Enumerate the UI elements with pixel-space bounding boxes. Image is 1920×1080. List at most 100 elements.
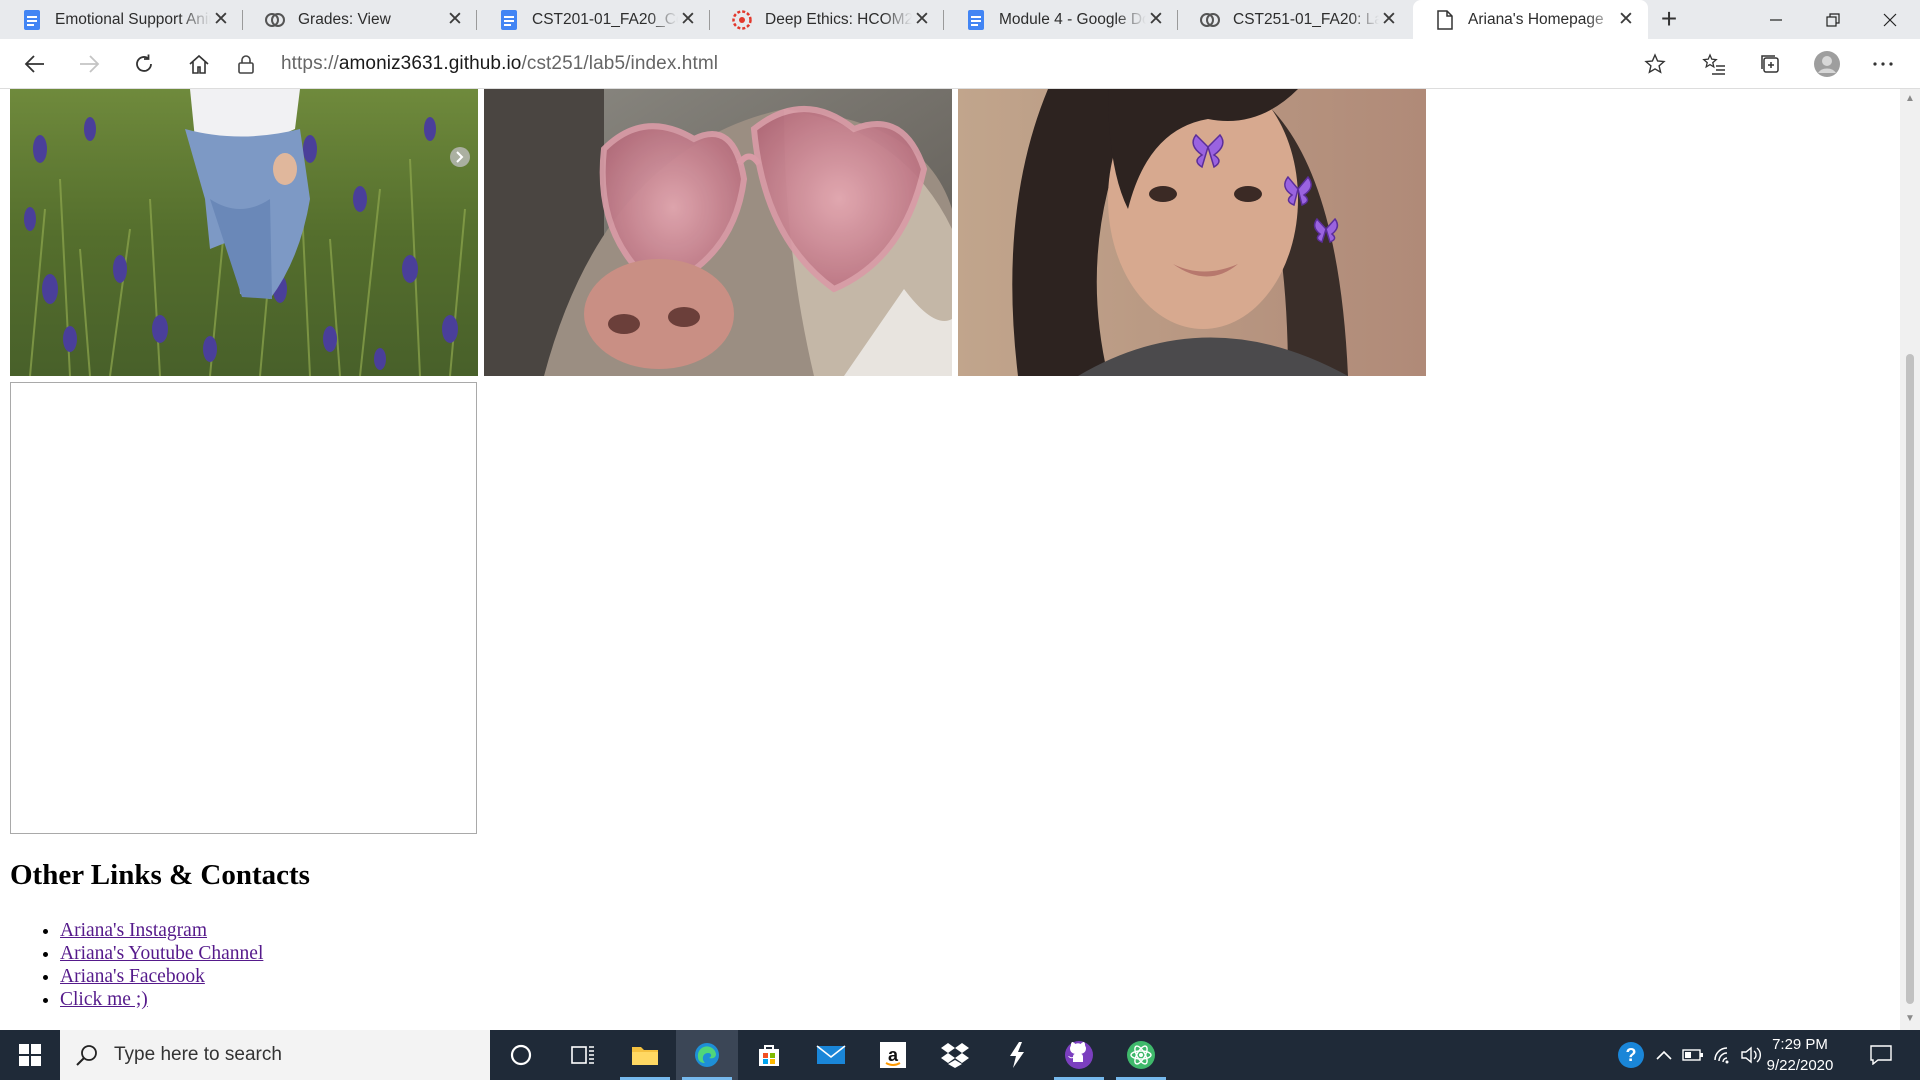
tab-title: Emotional Support Animals bbox=[55, 10, 211, 28]
moodle-icon bbox=[265, 10, 285, 30]
wifi-status[interactable] bbox=[1710, 1030, 1736, 1080]
tab-arianas-homepage[interactable]: Ariana's Homepage ✕ bbox=[1413, 0, 1648, 39]
home-button[interactable] bbox=[182, 47, 216, 81]
github-desktop-button[interactable] bbox=[1048, 1030, 1110, 1080]
mail-envelope-icon bbox=[816, 1045, 846, 1064]
close-tab-icon[interactable]: ✕ bbox=[1379, 9, 1399, 30]
close-tab-icon[interactable]: ✕ bbox=[912, 9, 932, 30]
address-bar[interactable]: https://amoniz3631.github.io/cst251/lab5… bbox=[235, 50, 1695, 78]
folder-icon bbox=[632, 1047, 658, 1065]
scroll-up-arrow-icon[interactable]: ▲ bbox=[1904, 93, 1916, 105]
speaker-icon bbox=[1741, 1046, 1761, 1064]
system-clock[interactable]: 7:29 PM 9/22/2020 bbox=[1762, 1034, 1838, 1076]
scroll-thumb[interactable] bbox=[1906, 354, 1914, 1004]
empty-image-frame bbox=[10, 382, 477, 834]
tab-module4[interactable]: Module 4 - Google Docs ✕ bbox=[944, 0, 1178, 39]
minimize-icon bbox=[1770, 18, 1782, 21]
forward-button[interactable] bbox=[72, 47, 106, 81]
new-tab-button[interactable]: + bbox=[1654, 4, 1684, 34]
bolt-app-button[interactable] bbox=[986, 1030, 1048, 1080]
avatar-icon bbox=[1814, 51, 1840, 77]
close-window-button[interactable] bbox=[1862, 0, 1918, 39]
restore-button[interactable] bbox=[1805, 0, 1861, 39]
close-tab-icon[interactable]: ✕ bbox=[1616, 9, 1636, 30]
minimize-button[interactable] bbox=[1748, 0, 1804, 39]
tab-cst251-lab5[interactable]: CST251-01_FA20: Lab 5 ✕ bbox=[1178, 0, 1411, 39]
close-tab-icon[interactable]: ✕ bbox=[211, 9, 231, 30]
mail-button[interactable] bbox=[800, 1030, 862, 1080]
help-button[interactable]: ? bbox=[1614, 1030, 1648, 1080]
store-bag-icon bbox=[759, 1045, 779, 1066]
help-question-icon: ? bbox=[1618, 1042, 1644, 1068]
canvas-icon bbox=[732, 9, 752, 30]
task-view-button[interactable] bbox=[552, 1030, 614, 1080]
favorites-list-icon bbox=[1702, 53, 1725, 75]
tab-strip: Emotional Support Animals ✕ Grades: View… bbox=[0, 0, 1920, 39]
start-button[interactable] bbox=[0, 1030, 60, 1080]
click-me-link[interactable]: Click me ;) bbox=[60, 989, 148, 1010]
browser-toolbar: https://amoniz3631.github.io/cst251/lab5… bbox=[0, 39, 1920, 89]
windows-taskbar: Type here to search a ? 7:29 PM 9/22/202… bbox=[0, 1030, 1920, 1080]
action-center-button[interactable] bbox=[1862, 1030, 1900, 1080]
list-item: Ariana's Instagram bbox=[60, 919, 263, 942]
url-path: /cst251/lab5/index.html bbox=[521, 53, 719, 74]
show-hidden-icons-button[interactable] bbox=[1652, 1030, 1676, 1080]
svg-text:?: ? bbox=[1626, 1045, 1637, 1065]
atom-icon bbox=[1127, 1041, 1155, 1069]
microsoft-store-button[interactable] bbox=[738, 1030, 800, 1080]
url-text[interactable]: https://amoniz3631.github.io/cst251/lab5… bbox=[281, 53, 718, 75]
tab-title: Ariana's Homepage bbox=[1468, 10, 1604, 28]
favorite-star-button[interactable] bbox=[1638, 47, 1672, 81]
profile-button[interactable] bbox=[1810, 47, 1844, 81]
collections-button[interactable] bbox=[1753, 47, 1787, 81]
windows-logo-icon bbox=[19, 1044, 41, 1066]
tab-cst201[interactable]: CST201-01_FA20_Course ✕ bbox=[477, 0, 710, 39]
instagram-link[interactable]: Ariana's Instagram bbox=[60, 920, 207, 941]
settings-more-button[interactable] bbox=[1866, 47, 1900, 81]
home-icon bbox=[189, 54, 209, 74]
vertical-scrollbar[interactable]: ▲ ▼ bbox=[1900, 89, 1920, 1030]
amazon-button[interactable]: a bbox=[862, 1030, 924, 1080]
moodle-icon bbox=[1200, 10, 1220, 30]
tab-title: CST251-01_FA20: Lab 5 bbox=[1233, 10, 1379, 28]
refresh-button[interactable] bbox=[127, 47, 161, 81]
tab-title: Grades: View bbox=[298, 10, 391, 28]
cortana-button[interactable] bbox=[490, 1030, 552, 1080]
search-placeholder: Type here to search bbox=[114, 1044, 282, 1065]
refresh-icon bbox=[136, 54, 152, 72]
google-docs-icon bbox=[499, 9, 519, 30]
file-explorer-button[interactable] bbox=[614, 1030, 676, 1080]
back-arrow-icon bbox=[24, 55, 44, 73]
url-host: amoniz3631.github.io bbox=[338, 53, 522, 74]
close-tab-icon[interactable]: ✕ bbox=[1146, 9, 1166, 30]
tab-grades[interactable]: Grades: View ✕ bbox=[243, 0, 477, 39]
forward-arrow-icon bbox=[80, 55, 100, 73]
favorites-button[interactable] bbox=[1697, 47, 1731, 81]
youtube-link[interactable]: Ariana's Youtube Channel bbox=[60, 943, 263, 964]
github-icon bbox=[1065, 1041, 1093, 1069]
lock-icon[interactable] bbox=[235, 53, 257, 75]
scroll-down-arrow-icon[interactable]: ▼ bbox=[1904, 1013, 1916, 1025]
taskbar-search-box[interactable]: Type here to search bbox=[60, 1030, 490, 1080]
tab-emotional-support[interactable]: Emotional Support Animals ✕ bbox=[0, 0, 243, 39]
list-item: Ariana's Facebook bbox=[60, 965, 263, 988]
tab-deep-ethics[interactable]: Deep Ethics: HCOM200 ✕ bbox=[710, 0, 944, 39]
list-item: Click me ;) bbox=[60, 988, 263, 1011]
dog-in-heart-sunglasses-photo bbox=[484, 89, 952, 376]
star-icon bbox=[1644, 53, 1666, 74]
task-view-icon bbox=[571, 1046, 594, 1064]
atom-app-button[interactable] bbox=[1110, 1030, 1172, 1080]
lightning-icon bbox=[1010, 1042, 1024, 1068]
battery-status[interactable] bbox=[1679, 1030, 1707, 1080]
restore-icon bbox=[1826, 12, 1840, 27]
close-tab-icon[interactable]: ✕ bbox=[445, 9, 465, 30]
edge-browser-button[interactable] bbox=[676, 1030, 738, 1080]
dropbox-icon bbox=[941, 1043, 969, 1068]
facebook-link[interactable]: Ariana's Facebook bbox=[60, 966, 205, 987]
tab-title: Deep Ethics: HCOM200 bbox=[765, 10, 912, 28]
close-tab-icon[interactable]: ✕ bbox=[678, 9, 698, 30]
amazon-icon: a bbox=[880, 1042, 906, 1068]
person-in-flower-field-photo bbox=[10, 89, 478, 376]
back-button[interactable] bbox=[18, 47, 52, 81]
dropbox-button[interactable] bbox=[924, 1030, 986, 1080]
